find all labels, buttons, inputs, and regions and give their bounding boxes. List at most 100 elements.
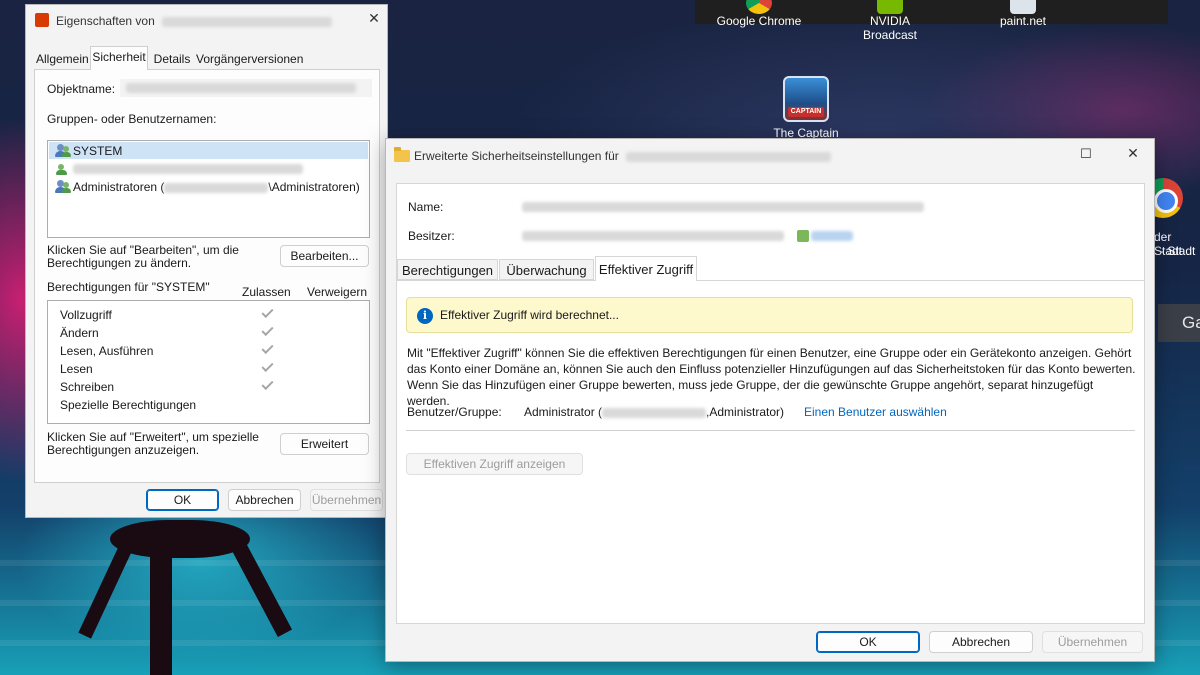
advanced-hint: Klicken Sie auf "Erweitert", um speziell… — [47, 430, 259, 457]
divider — [406, 430, 1135, 431]
tab-label: Berechtigungen — [401, 263, 494, 278]
tab-label: Details — [153, 52, 191, 66]
desktop-icon-the-captain[interactable]: CAPTAIN The Captain — [768, 76, 844, 140]
info-icon: i — [417, 308, 433, 324]
deny-header: Verweigern — [307, 285, 368, 299]
apply-button[interactable]: Übernehmen — [1042, 631, 1143, 653]
view-effective-access-button[interactable]: Effektiven Zugriff anzeigen — [406, 453, 583, 475]
taskbar-strip: Google Chrome NVIDIA Broadcast paint.net — [695, 0, 1168, 42]
description-text: Mit "Effektiver Zugriff" können Sie die … — [407, 346, 1136, 408]
tab-berechtigungen[interactable]: Berechtigungen — [397, 259, 498, 280]
tab-label: Überwachung — [506, 263, 587, 278]
user-group-icon — [55, 180, 71, 194]
groups-listbox[interactable]: SYSTEM Administratoren ( \Administratoren… — [47, 140, 370, 238]
permission-name: Vollzugriff — [60, 308, 112, 322]
advanced-title: Erweiterte Sicherheitseinstellungen für — [414, 149, 832, 163]
name-label: Name: — [408, 200, 444, 214]
permissions-for-label: Berechtigungen für "SYSTEM" — [47, 280, 210, 294]
taskbar-item-label: paint.net — [999, 14, 1047, 28]
tab-label: Effektiver Zugriff — [598, 262, 694, 277]
redacted-text — [126, 83, 356, 93]
permissions-listbox[interactable]: Vollzugriff Ändern Lesen, Ausführen Lese… — [47, 300, 370, 424]
list-item-system[interactable]: SYSTEM — [49, 142, 368, 159]
taskbar-item-nvidia[interactable]: NVIDIA Broadcast — [842, 0, 938, 42]
groups-label: Gruppen- oder Benutzernamen: — [47, 112, 217, 126]
group-name: SYSTEM — [73, 144, 123, 158]
allow-check-icon — [261, 377, 274, 391]
object-name-label: Objektname: — [47, 82, 116, 96]
taskbar-item-chrome[interactable]: Google Chrome — [711, 0, 807, 28]
select-user-link[interactable]: Einen Benutzer auswählen — [804, 406, 947, 419]
tab-vorgaengerversionen[interactable]: Vorgängerversionen — [196, 49, 303, 69]
allow-check-icon — [261, 359, 274, 373]
folder-icon — [394, 147, 410, 162]
cancel-button[interactable]: Abbrechen — [228, 489, 301, 511]
permission-name: Spezielle Berechtigungen — [60, 398, 197, 412]
partial-window-text: Ga — [1182, 313, 1200, 332]
paint-net-icon — [1010, 0, 1036, 14]
tab-effektiver-zugriff[interactable]: Effektiver Zugriff — [595, 256, 697, 281]
apply-button[interactable]: Übernehmen — [310, 489, 383, 511]
taskbar-item-label: NVIDIA Broadcast — [862, 14, 918, 42]
redacted-text — [164, 182, 269, 193]
close-icon[interactable]: ✕ — [364, 10, 384, 27]
shield-icon — [797, 230, 809, 242]
redacted-text — [522, 202, 924, 212]
user-group-icon — [55, 144, 71, 158]
powerpoint-icon — [35, 13, 49, 27]
list-item-administratoren[interactable]: Administratoren ( \Administratoren) — [49, 178, 368, 195]
user-group-label: Benutzer/Gruppe: — [407, 405, 502, 419]
group-name-prefix: Administratoren ( — [73, 180, 165, 194]
properties-title: Eigenschaften von — [56, 14, 333, 28]
the-captain-icon: CAPTAIN — [783, 76, 829, 122]
edit-button[interactable]: Bearbeiten... — [280, 245, 369, 267]
tab-ueberwachung[interactable]: Überwachung — [499, 259, 594, 280]
tab-label: Allgemein — [36, 52, 89, 66]
partial-window: Ga — [1158, 304, 1200, 342]
allow-check-icon — [261, 305, 274, 319]
edit-hint: Klicken Sie auf "Bearbeiten", um die Ber… — [47, 243, 239, 270]
permission-name: Schreiben — [60, 380, 115, 394]
wallpaper-tower-leg — [150, 540, 172, 675]
tab-divider — [397, 280, 1144, 281]
properties-title-text: Eigenschaften von — [56, 14, 155, 28]
advanced-titlebar: Erweiterte Sicherheitseinstellungen für … — [386, 139, 1154, 173]
user-group-value: Administrator ( ,Administrator) — [524, 406, 784, 419]
allow-check-icon — [261, 323, 274, 337]
redacted-text — [626, 151, 832, 162]
redacted-link[interactable] — [811, 231, 853, 241]
redacted-text — [162, 16, 333, 27]
advanced-title-text: Erweiterte Sicherheitseinstellungen für — [414, 149, 619, 163]
permission-name: Ändern — [60, 326, 99, 340]
ok-button[interactable]: OK — [146, 489, 219, 511]
cancel-button[interactable]: Abbrechen — [929, 631, 1033, 653]
redacted-text — [73, 164, 303, 174]
chrome-icon — [746, 0, 772, 14]
advanced-button[interactable]: Erweitert — [280, 433, 369, 455]
taskbar-item-paintnet[interactable]: paint.net — [975, 0, 1071, 28]
properties-dialog: Eigenschaften von ✕ Allgemein Sicherheit… — [25, 4, 388, 518]
tab-details[interactable]: Details — [152, 49, 192, 69]
info-bar: i Effektiver Zugriff wird berechnet... — [406, 297, 1133, 333]
advanced-security-dialog: Erweiterte Sicherheitseinstellungen für … — [385, 138, 1155, 662]
allow-check-icon — [261, 341, 274, 355]
permission-name: Lesen — [60, 362, 93, 376]
user-value-prefix: Administrator ( — [524, 405, 603, 419]
object-name-field[interactable] — [120, 79, 372, 97]
close-icon[interactable]: ✕ — [1123, 145, 1143, 162]
list-item-user[interactable] — [49, 160, 368, 177]
user-value-suffix: ,Administrator) — [706, 405, 785, 419]
owner-label: Besitzer: — [408, 229, 455, 243]
group-name: Administratoren ( \Administratoren) — [73, 181, 360, 194]
user-icon — [55, 162, 71, 176]
info-text: Effektiver Zugriff wird berechnet... — [440, 308, 619, 322]
redacted-text — [602, 407, 707, 418]
taskbar-item-label: Google Chrome — [716, 14, 802, 28]
tab-allgemein[interactable]: Allgemein — [36, 49, 89, 69]
ok-button[interactable]: OK — [816, 631, 920, 653]
maximize-icon[interactable]: ☐ — [1076, 146, 1096, 162]
group-name-suffix: \Administratoren) — [268, 180, 360, 194]
properties-titlebar: Eigenschaften von ✕ — [26, 5, 387, 35]
tab-sicherheit[interactable]: Sicherheit — [90, 46, 148, 70]
nvidia-broadcast-icon — [877, 0, 903, 14]
